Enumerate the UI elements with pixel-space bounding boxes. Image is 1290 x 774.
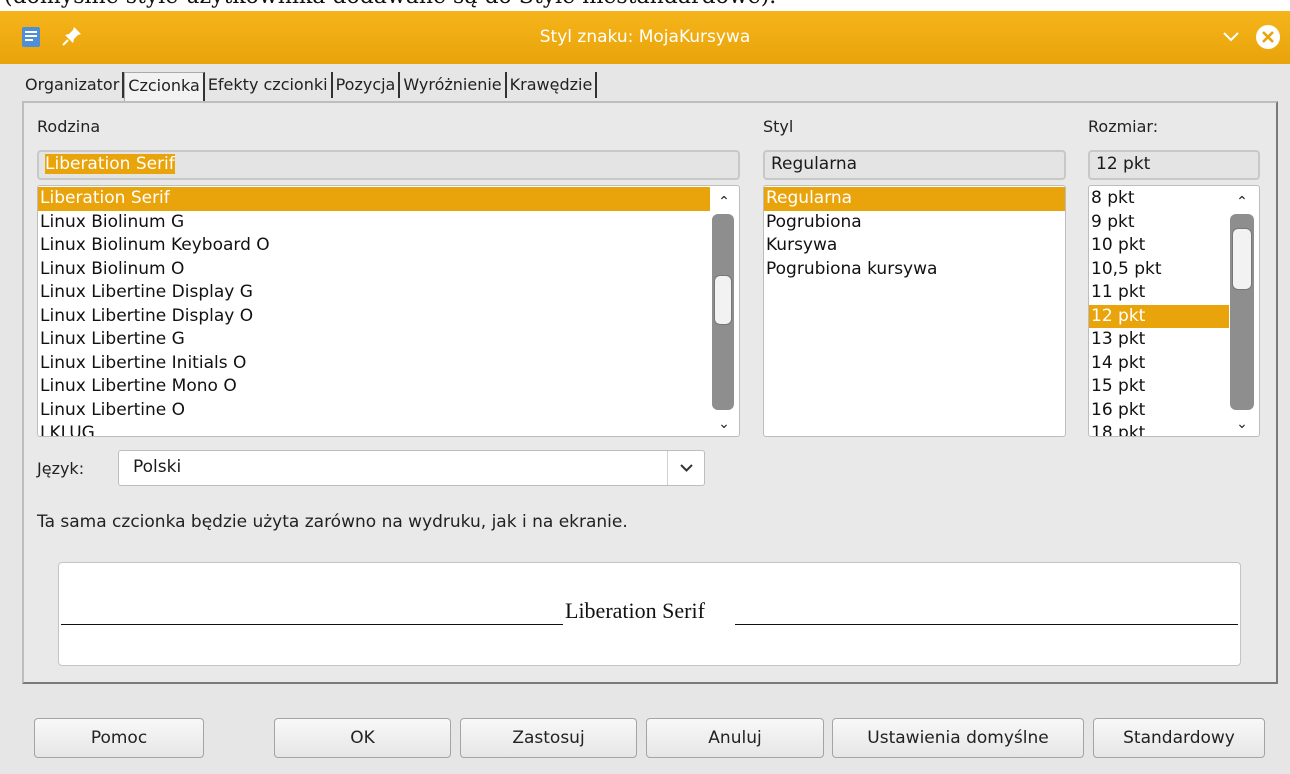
size-list-item[interactable]: 9 pkt [1089, 211, 1229, 235]
app-icon [22, 27, 40, 47]
font-info-text: Ta sama czcionka będzie użyta zarówno na… [37, 512, 628, 532]
family-input-value: Liberation Serif [45, 154, 175, 174]
size-list-item[interactable]: 8 pkt [1089, 187, 1229, 211]
style-list-item[interactable]: Pogrubiona [764, 211, 1065, 235]
tab-czcionka[interactable]: Czcionka [124, 72, 205, 102]
size-list-item[interactable]: 10 pkt [1089, 234, 1229, 258]
minimize-chevron-icon[interactable] [1221, 29, 1241, 45]
standard-button[interactable]: Standardowy [1093, 718, 1265, 758]
family-list-item[interactable]: Linux Libertine Display G [38, 281, 710, 305]
size-list-item[interactable]: 16 pkt [1089, 399, 1229, 423]
tab-organizator[interactable]: Organizator [22, 72, 125, 98]
size-list-item[interactable]: 18 pkt [1089, 422, 1229, 436]
help-button[interactable]: Pomoc [34, 718, 204, 758]
tab-efekty-czcionki[interactable]: Efekty czcionki [204, 72, 333, 98]
preview-baseline-left [61, 624, 563, 625]
size-list-item[interactable]: 10,5 pkt [1089, 258, 1229, 282]
size-list-item[interactable]: 14 pkt [1089, 352, 1229, 376]
size-list-item[interactable]: 15 pkt [1089, 375, 1229, 399]
family-scroll-down-icon[interactable]: ⌄ [713, 414, 735, 434]
language-label: Język: [37, 459, 85, 478]
font-preview: Liberation Serif [58, 562, 1241, 666]
tab-wyroznienie[interactable]: Wyróżnienie [400, 72, 507, 98]
tab-pozycja[interactable]: Pozycja [332, 72, 401, 98]
background-document-text: (domyślne style użytkownika dodawane są … [4, 0, 776, 9]
family-list-item[interactable]: Linux Biolinum G [38, 211, 710, 235]
style-list-item[interactable]: Kursywa [764, 234, 1065, 258]
language-dropdown[interactable]: Polski [118, 450, 705, 486]
tab-bar: Organizator Czcionka Efekty czcionki Poz… [22, 72, 598, 102]
family-scroll-up-icon[interactable]: ⌃ [713, 192, 735, 212]
pin-icon[interactable] [60, 24, 84, 48]
preview-baseline-right [735, 624, 1238, 625]
family-list-item[interactable]: LKLUG [38, 422, 710, 436]
family-list[interactable]: Liberation Serif Linux Biolinum G Linux … [37, 185, 740, 437]
family-list-item[interactable]: Linux Libertine Display O [38, 305, 710, 329]
size-list-item[interactable]: 12 pkt [1089, 304, 1229, 328]
style-list[interactable]: Regularna Pogrubiona Kursywa Pogrubiona … [763, 185, 1066, 437]
style-list-item[interactable]: Pogrubiona kursywa [764, 258, 1065, 282]
size-scroll-down-icon[interactable]: ⌄ [1230, 414, 1254, 434]
family-list-item[interactable]: Linux Biolinum Keyboard O [38, 234, 710, 258]
family-scroll-thumb[interactable] [714, 275, 732, 325]
family-label: Rodzina [37, 117, 101, 136]
cancel-button[interactable]: Anuluj [646, 718, 824, 758]
style-list-item[interactable]: Regularna [764, 187, 1065, 211]
apply-button[interactable]: Zastosuj [460, 718, 637, 758]
close-icon[interactable] [1255, 24, 1281, 50]
size-label: Rozmiar: [1088, 117, 1159, 136]
style-label: Styl [763, 117, 794, 136]
preview-text: Liberation Serif [565, 598, 705, 623]
family-list-item[interactable]: Linux Libertine G [38, 328, 710, 352]
language-value: Polski [133, 457, 182, 477]
size-list-item[interactable]: 13 pkt [1089, 328, 1229, 352]
size-scroll-up-icon[interactable]: ⌃ [1230, 192, 1254, 212]
family-list-item[interactable]: Linux Libertine O [38, 399, 710, 423]
family-list-item[interactable]: Liberation Serif [38, 187, 710, 211]
chevron-down-icon [680, 464, 693, 472]
size-list-item[interactable]: 11 pkt [1089, 281, 1229, 305]
family-list-item[interactable]: Linux Biolinum O [38, 258, 710, 282]
window-title: Styl znaku: MojaKursywa [539, 27, 751, 47]
style-input[interactable]: Regularna [763, 150, 1066, 180]
tab-krawedzie[interactable]: Krawędzie [506, 72, 598, 98]
ok-button[interactable]: OK [274, 718, 451, 758]
family-list-item[interactable]: Linux Libertine Mono O [38, 375, 710, 399]
language-dropdown-button[interactable] [667, 451, 705, 485]
size-input[interactable]: 12 pkt [1088, 150, 1260, 180]
defaults-button[interactable]: Ustawienia domyślne [832, 718, 1084, 758]
family-list-item[interactable]: Linux Libertine Initials O [38, 352, 710, 376]
family-input[interactable]: Liberation Serif [37, 150, 740, 180]
size-scroll-thumb[interactable] [1232, 228, 1252, 290]
